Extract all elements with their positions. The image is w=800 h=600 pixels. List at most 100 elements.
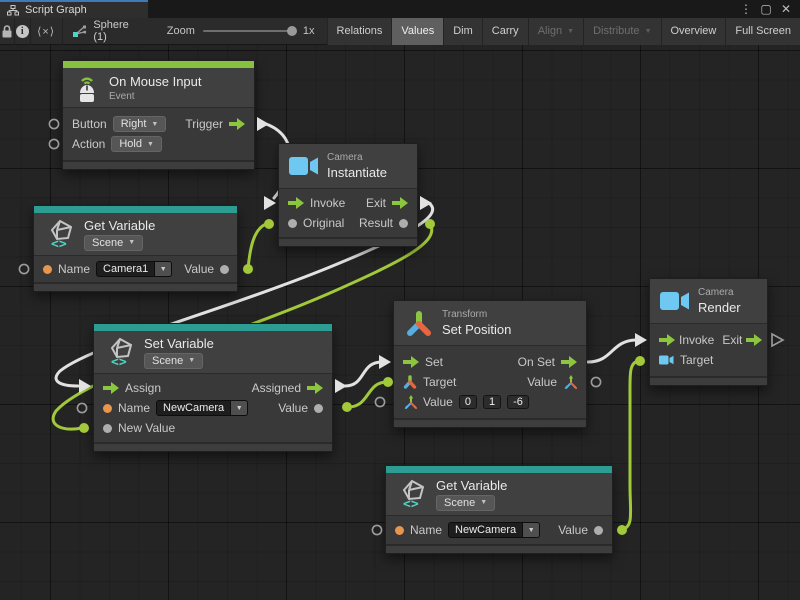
chevron-down-icon[interactable]: ▼ [231, 400, 248, 416]
transform-icon [404, 308, 434, 338]
svg-text:<>: <> [403, 497, 419, 510]
breadcrumb-label: Sphere (1) [93, 19, 128, 43]
breadcrumb[interactable]: Sphere (1) [62, 19, 138, 43]
port-row-invoke-exit: Invoke Exit [279, 193, 417, 213]
port-row-value: Value 0 1 -6 [394, 392, 586, 412]
node-category: Camera [698, 287, 741, 298]
overview-button[interactable]: Overview [661, 18, 726, 45]
node-title: On Mouse Input [109, 74, 202, 89]
name-input-port[interactable] [103, 404, 112, 413]
wire-onset-to-invoke [588, 340, 637, 362]
svg-text:<>: <> [51, 237, 67, 250]
node-camera-instantiate[interactable]: Camera Instantiate Invoke Exit Original … [278, 143, 418, 247]
button-dropdown[interactable]: Right▼ [113, 116, 167, 132]
transform-port-icon[interactable] [403, 375, 417, 389]
port-row-target: Target [650, 350, 767, 370]
chevron-down-icon: ▼ [480, 499, 487, 506]
window-menu-icon[interactable]: ⋮ [738, 1, 754, 17]
exit-output-port[interactable] [746, 334, 762, 346]
port-row-invoke-exit: Invoke Exit [650, 330, 767, 350]
node-title: Instantiate [327, 165, 387, 180]
y-value-field[interactable]: 1 [483, 395, 501, 409]
original-input-port[interactable] [288, 219, 297, 228]
wire-getvalue-to-original [248, 224, 266, 269]
vector3-port-icon[interactable] [403, 395, 417, 409]
chevron-down-icon[interactable]: ▼ [523, 522, 540, 538]
node-footer [279, 237, 417, 246]
angle-x-icon: ⟨×⟩ [37, 25, 55, 38]
node-title: Set Position [442, 322, 511, 337]
align-button[interactable]: Align▼ [528, 18, 583, 45]
variable-name-combobox[interactable]: Camera1 ▼ [96, 261, 172, 277]
result-output-port[interactable] [399, 219, 408, 228]
value-output-port[interactable] [220, 265, 229, 274]
x-value-field[interactable]: 0 [459, 395, 477, 409]
invoke-input-port[interactable] [659, 334, 675, 346]
scope-dropdown[interactable]: Scene▼ [144, 353, 203, 369]
name-input-port[interactable] [395, 526, 404, 535]
node-set-variable[interactable]: <> Set Variable Scene▼ Assign Assigned [93, 323, 333, 452]
camera-port-icon[interactable] [659, 355, 674, 365]
vector3-port-icon[interactable] [563, 375, 577, 389]
node-camera-render[interactable]: Camera Render Invoke Exit Target [649, 278, 768, 386]
trigger-output-port[interactable] [229, 118, 245, 130]
scope-dropdown[interactable]: Scene▼ [436, 495, 495, 511]
zoom-slider[interactable] [203, 30, 295, 32]
node-set-position[interactable]: Transform Set Position Set On Set Target [393, 300, 587, 428]
value-output-port[interactable] [594, 526, 603, 535]
graph-canvas[interactable]: On Mouse Input Event Button Right▼ Trigg… [0, 45, 800, 600]
port-row-set: Set On Set [394, 352, 586, 372]
relations-button[interactable]: Relations [327, 18, 392, 45]
chevron-down-icon[interactable]: ▼ [155, 261, 172, 277]
carry-button[interactable]: Carry [482, 18, 528, 45]
new-value-input-port[interactable] [103, 424, 112, 433]
port-row-name-value: Name NewCamera ▼ Value [94, 398, 332, 418]
lock-button[interactable] [0, 18, 14, 45]
assigned-output-port[interactable] [307, 382, 323, 394]
svg-text:<>: <> [111, 355, 127, 368]
tab-script-graph[interactable]: Script Graph [0, 0, 148, 18]
graph-toolbar: i ⟨×⟩ Sphere (1) Zoom 1x Relations Value… [0, 18, 800, 45]
node-get-variable-newcamera[interactable]: <> Get Variable Scene▼ Name NewCamera ▼ … [385, 465, 613, 554]
values-button[interactable]: Values [391, 18, 443, 45]
port-row-original-result: Original Result [279, 213, 417, 233]
chevron-down-icon: ▼ [128, 239, 135, 246]
zoom-value: 1x [303, 25, 315, 37]
variable-name-combobox[interactable]: NewCamera ▼ [448, 522, 540, 538]
node-title: Set Variable [144, 336, 214, 351]
set-input-port[interactable] [403, 356, 419, 368]
node-get-variable-camera1[interactable]: <> Get Variable Scene▼ Name Camera1 ▼ Va… [33, 205, 238, 292]
zoom-slider-handle[interactable] [287, 26, 297, 36]
z-value-field[interactable]: -6 [507, 395, 529, 409]
variables-button[interactable]: ⟨×⟩ [30, 18, 61, 45]
camera-icon [660, 291, 690, 311]
lock-icon [1, 25, 13, 38]
zoom-label: Zoom [167, 25, 195, 37]
value-output-port[interactable] [314, 404, 323, 413]
info-button[interactable]: i [15, 18, 30, 45]
node-title: Get Variable [436, 478, 507, 493]
dim-button[interactable]: Dim [443, 18, 482, 45]
node-footer [386, 544, 612, 553]
wire-assigned-to-set [345, 362, 382, 386]
action-dropdown[interactable]: Hold▼ [111, 136, 162, 152]
port-row-name-value: Name NewCamera ▼ Value [386, 520, 612, 540]
variable-accent-bar [94, 324, 332, 331]
variable-name-combobox[interactable]: NewCamera ▼ [156, 400, 248, 416]
assign-input-port[interactable] [103, 382, 119, 394]
fullscreen-button[interactable]: Full Screen [725, 18, 800, 45]
invoke-input-port[interactable] [288, 197, 304, 209]
node-on-mouse-input[interactable]: On Mouse Input Event Button Right▼ Trigg… [62, 60, 255, 170]
name-input-port[interactable] [43, 265, 52, 274]
exit-output-port[interactable] [392, 197, 408, 209]
script-graph-window: Script Graph ⋮ ▢ ✕ i ⟨×⟩ [0, 0, 800, 600]
scope-dropdown[interactable]: Scene▼ [84, 235, 143, 251]
distribute-button[interactable]: Distribute▼ [583, 18, 660, 45]
node-footer [94, 442, 332, 451]
chevron-down-icon: ▼ [188, 357, 195, 364]
on-set-output-port[interactable] [561, 356, 577, 368]
chevron-down-icon: ▼ [645, 28, 652, 35]
node-footer [63, 160, 254, 169]
maximize-icon[interactable]: ▢ [758, 1, 774, 17]
close-icon[interactable]: ✕ [778, 1, 794, 17]
